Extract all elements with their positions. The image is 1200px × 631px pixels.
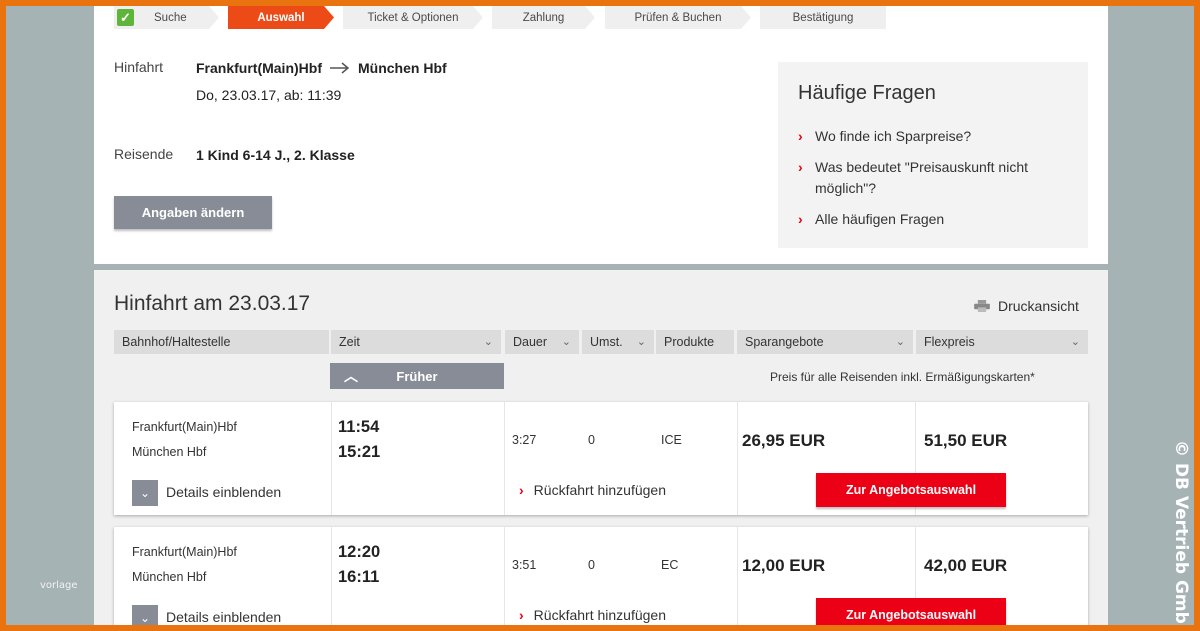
divider — [331, 527, 332, 625]
travellers-label: Reisende — [114, 146, 174, 162]
departure-time: 11:54 — [338, 418, 380, 436]
earlier-button[interactable]: ︿ Früher — [330, 363, 504, 389]
route: Frankfurt(Main)Hbf München Hbf — [196, 60, 447, 76]
results-title: Hinfahrt am 23.03.17 — [114, 292, 311, 315]
column-time[interactable]: Zeit ⌄ — [331, 330, 501, 354]
product: EC — [661, 558, 679, 572]
chevron-down-icon: ⌄ — [483, 336, 493, 348]
changes: 0 — [588, 558, 595, 572]
copyright-watermark: © DB Vertrieb GmbH — [1171, 439, 1192, 625]
divider — [504, 402, 505, 515]
column-changes[interactable]: Umst. ⌄ — [582, 330, 654, 354]
from-station: Frankfurt(Main)Hbf — [132, 545, 237, 559]
column-products: Produkte — [656, 330, 734, 354]
divider — [504, 527, 505, 625]
route-to: München Hbf — [358, 60, 447, 76]
connection-row: Frankfurt(Main)Hbf München Hbf 11:54 15:… — [114, 402, 1088, 515]
chevron-right-icon: › — [798, 211, 803, 227]
chevron-down-icon: ⌄ — [139, 611, 151, 625]
print-view-link[interactable]: Druckansicht — [974, 298, 1079, 314]
step-suche[interactable]: ✓ Suche — [114, 6, 219, 29]
chevron-down-icon: ⌄ — [1070, 336, 1080, 348]
step-zahlung: Zahlung — [492, 6, 595, 29]
saver-price: 26,95 EUR — [742, 431, 826, 450]
connection-row: Frankfurt(Main)Hbf München Hbf 12:20 16:… — [114, 527, 1088, 625]
details-toggle-button[interactable]: ⌄ — [132, 605, 158, 625]
departure-time: 12:20 — [338, 543, 381, 561]
arrow-right-icon — [330, 62, 350, 74]
add-return-link[interactable]: › Rückfahrt hinzufügen — [519, 607, 666, 623]
search-summary-panel: ✓ Suche Auswahl Ticket & Optionen Zahlun… — [94, 6, 1108, 264]
faq-box: Häufige Fragen › Wo finde ich Sparpreise… — [778, 62, 1088, 248]
faq-link-preisauskunft[interactable]: › Was bedeutet "Preisauskunft nicht mögl… — [798, 157, 1068, 199]
from-station: Frankfurt(Main)Hbf — [132, 420, 237, 434]
route-from: Frankfurt(Main)Hbf — [196, 60, 322, 76]
column-flex-fare[interactable]: Flexpreis ⌄ — [916, 330, 1088, 354]
product: ICE — [661, 433, 682, 447]
arrival-time: 15:21 — [338, 443, 381, 461]
results-panel: Hinfahrt am 23.03.17 Druckansicht Bahnho… — [94, 270, 1108, 625]
outbound-label: Hinfahrt — [114, 59, 164, 75]
check-icon: ✓ — [117, 9, 134, 26]
divider — [737, 402, 738, 515]
offer-selection-button[interactable]: Zur Angebotsauswahl — [816, 598, 1006, 625]
chevron-right-icon: › — [519, 607, 524, 623]
faq-link-alle[interactable]: › Alle häufigen Fragen — [798, 209, 1068, 230]
details-toggle-button[interactable]: ⌄ — [132, 480, 158, 506]
price-note: Preis für alle Reisenden inkl. Ermäßigun… — [770, 370, 1035, 384]
changes: 0 — [588, 433, 595, 447]
chevron-right-icon: › — [798, 128, 803, 144]
chevron-right-icon: › — [519, 482, 524, 498]
chevron-right-icon: › — [798, 159, 803, 175]
divider — [331, 402, 332, 515]
printer-icon — [974, 300, 990, 312]
step-ticket-optionen: Ticket & Optionen — [343, 6, 483, 29]
chevron-down-icon: ⌄ — [561, 336, 571, 348]
to-station: München Hbf — [132, 570, 207, 584]
vorlage-watermark: vorlage — [40, 580, 78, 591]
column-duration[interactable]: Dauer ⌄ — [505, 330, 579, 354]
step-bestaetigung: Bestätigung — [760, 6, 886, 29]
chevron-down-icon: ⌄ — [139, 486, 151, 500]
details-label[interactable]: Details einblenden — [166, 609, 281, 625]
arrival-time: 16:11 — [338, 568, 380, 586]
duration: 3:51 — [512, 558, 537, 572]
chevron-down-icon: ⌄ — [636, 336, 646, 348]
chevron-down-icon: ⌄ — [895, 336, 905, 348]
to-station: München Hbf — [132, 445, 207, 459]
chevron-up-icon: ︿ — [344, 368, 358, 384]
change-details-button[interactable]: Angaben ändern — [114, 196, 272, 229]
duration: 3:27 — [512, 433, 537, 447]
divider — [737, 527, 738, 625]
departure-datetime: Do, 23.03.17, ab: 11:39 — [196, 87, 342, 103]
details-label[interactable]: Details einblenden — [166, 484, 281, 500]
add-return-link[interactable]: › Rückfahrt hinzufügen — [519, 482, 666, 498]
saver-price: 12,00 EUR — [742, 556, 826, 575]
step-auswahl: Auswahl — [228, 6, 334, 29]
column-station: Bahnhof/Haltestelle — [114, 330, 329, 354]
offer-selection-button[interactable]: Zur Angebotsauswahl — [816, 473, 1006, 507]
flex-price: 51,50 EUR — [924, 431, 1008, 450]
faq-link-sparpreise[interactable]: › Wo finde ich Sparpreise? — [798, 126, 1068, 147]
screenshot-frame: ✓ Suche Auswahl Ticket & Optionen Zahlun… — [6, 6, 1194, 625]
step-pruefen-buchen: Prüfen & Buchen — [605, 6, 751, 29]
column-saver-fares[interactable]: Sparangebote ⌄ — [737, 330, 913, 354]
travellers-value: 1 Kind 6-14 J., 2. Klasse — [196, 147, 355, 163]
flex-price: 42,00 EUR — [924, 556, 1008, 575]
faq-title: Häufige Fragen — [798, 82, 936, 104]
